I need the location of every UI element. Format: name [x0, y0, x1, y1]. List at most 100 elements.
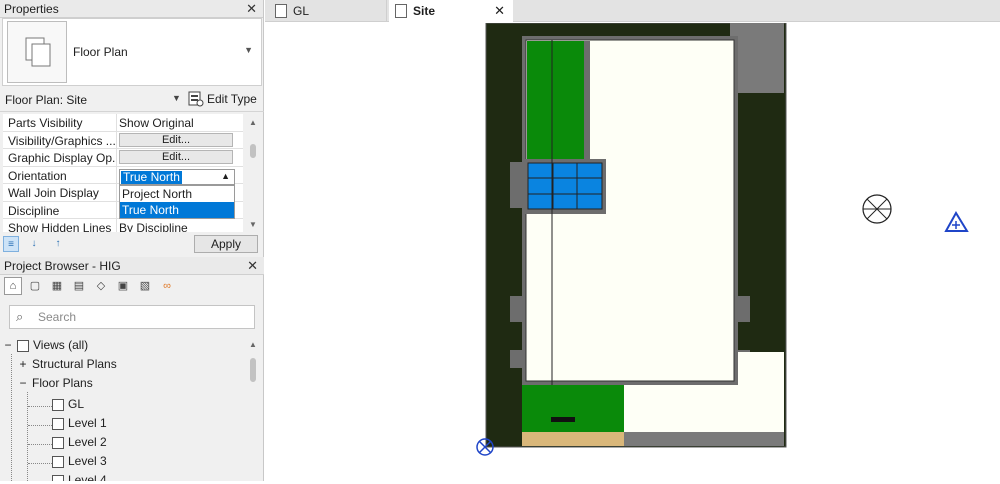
- tree-node-label: Views (all): [33, 338, 89, 352]
- type-selector[interactable]: Floor Plan ▼: [2, 18, 262, 86]
- property-value[interactable]: By Discipline: [119, 221, 188, 232]
- visibility-graphics-edit-button[interactable]: Edit...: [119, 132, 233, 147]
- tree-node-level-1[interactable]: Level 1: [52, 414, 107, 433]
- tree-node-level-3[interactable]: Level 3: [52, 452, 107, 471]
- tree-node-label: Level 2: [68, 435, 107, 449]
- chevron-up-icon[interactable]: ▲: [221, 171, 230, 181]
- instance-row: Floor Plan: Site ▼ Edit Type: [0, 88, 264, 112]
- sort-ascending-icon[interactable]: ↓: [26, 236, 42, 252]
- type-name: Floor Plan: [73, 45, 128, 59]
- edit-type-icon: [188, 91, 204, 107]
- parking-area: [730, 23, 784, 93]
- links-icon[interactable]: ∞: [158, 277, 176, 295]
- collapse-icon[interactable]: −: [3, 336, 13, 355]
- close-icon[interactable]: ✕: [246, 0, 257, 18]
- views-icon[interactable]: ▢: [26, 277, 44, 295]
- properties-toolbar: ≡ ↓ ↑ Apply: [0, 233, 264, 255]
- properties-title-bar: Properties ✕: [0, 0, 263, 18]
- property-name: Orientation: [8, 168, 67, 183]
- property-value[interactable]: Show Original: [119, 116, 194, 130]
- collapse-icon[interactable]: −: [18, 374, 28, 393]
- scroll-up-icon[interactable]: ▲: [249, 340, 257, 349]
- categorize-icon[interactable]: ≡: [3, 236, 19, 252]
- wall-stub: [738, 296, 750, 322]
- tree-node-label: Structural Plans: [32, 357, 117, 371]
- tree-node-label: Level 1: [68, 416, 107, 430]
- project-browser-title: Project Browser - HIG: [4, 259, 121, 273]
- browser-tree: − Views (all) + Structural Plans − Floor Pl…: [0, 336, 244, 481]
- property-row: Parts Visibility Show Original: [3, 114, 243, 132]
- property-name: Show Hidden Lines: [8, 221, 112, 232]
- edit-type-label: Edit Type: [207, 92, 257, 106]
- scrollbar-thumb[interactable]: [250, 144, 256, 158]
- close-icon[interactable]: ✕: [247, 257, 258, 275]
- tab-label: Site: [413, 4, 436, 18]
- graphic-display-edit-button[interactable]: Edit...: [119, 150, 233, 164]
- scrollbar-thumb[interactable]: [250, 358, 256, 382]
- apply-button[interactable]: Apply: [194, 235, 258, 253]
- option-project-north[interactable]: Project North: [120, 186, 234, 202]
- option-true-north[interactable]: True North: [120, 202, 234, 218]
- floor-plan-icon: [395, 3, 407, 18]
- property-row: Visibility/Graphics ... Edit...: [3, 132, 243, 149]
- search-icon: ⌕: [16, 309, 24, 324]
- property-name: Graphic Display Op...: [8, 151, 116, 165]
- tree-guide-line: [11, 354, 12, 481]
- paved-zone: [624, 385, 784, 432]
- tab-gl[interactable]: GL: [269, 0, 387, 22]
- browser-search[interactable]: ⌕: [9, 305, 255, 329]
- chevron-down-icon[interactable]: ▼: [172, 93, 181, 103]
- families-icon[interactable]: ◇: [92, 277, 110, 295]
- left-panel: Properties ✕ Floor Plan ▼ Floor Plan: Si…: [0, 0, 264, 481]
- property-name: Wall Join Display: [8, 186, 99, 200]
- tab-label: GL: [293, 4, 310, 18]
- floor-plan-icon: [52, 398, 64, 411]
- sheets-icon[interactable]: ▣: [114, 277, 132, 295]
- tab-site[interactable]: Site ✕: [389, 0, 513, 22]
- browser-toolbar: ⌂ ▢ ▦ ▤ ◇ ▣ ▧ ∞: [0, 276, 264, 296]
- scroll-up-icon[interactable]: ▲: [249, 118, 257, 127]
- scroll-down-icon[interactable]: ▼: [249, 220, 257, 229]
- tree-node-level-4[interactable]: Level 4: [52, 471, 107, 481]
- floor-plan-icon: [275, 3, 287, 18]
- chevron-down-icon[interactable]: ▼: [244, 45, 253, 55]
- tree-node-structural-plans[interactable]: + Structural Plans: [18, 355, 117, 374]
- schedules-icon[interactable]: ▤: [70, 277, 88, 295]
- property-row: Graphic Display Op... Edit...: [3, 149, 243, 167]
- green-zone: [522, 385, 624, 432]
- tree-node-views-all[interactable]: − Views (all): [3, 336, 88, 355]
- green-area: [527, 41, 584, 159]
- edit-type-button[interactable]: Edit Type: [188, 91, 257, 107]
- floor-plan-icon: [52, 436, 64, 449]
- property-name: Discipline: [8, 203, 60, 218]
- expand-icon[interactable]: +: [18, 355, 28, 374]
- groups-icon[interactable]: ▧: [136, 277, 154, 295]
- gray-zone: [624, 432, 784, 446]
- tree-node-label: Floor Plans: [32, 376, 93, 390]
- orientation-selected-value: True North: [121, 170, 182, 184]
- legends-icon[interactable]: ▦: [48, 277, 66, 295]
- tree-guide-line: [28, 463, 52, 464]
- orientation-dropdown: Project North True North: [119, 185, 235, 219]
- wall-stub: [510, 162, 522, 208]
- site-plan-drawing: [476, 22, 969, 456]
- floor-plan-icon: [52, 417, 64, 430]
- tree-node-floor-plans[interactable]: − Floor Plans: [18, 374, 93, 393]
- sort-descending-icon[interactable]: ↑: [50, 236, 66, 252]
- paved-zone: [738, 352, 784, 385]
- properties-grid: Parts Visibility Show Original Visibilit…: [3, 114, 243, 232]
- tan-zone: [522, 432, 624, 446]
- browser-scrollbar[interactable]: ▲: [245, 336, 262, 481]
- properties-scrollbar[interactable]: ▲ ▼: [245, 114, 262, 232]
- tree-node-level-2[interactable]: Level 2: [52, 433, 107, 452]
- window-grid: [527, 162, 603, 210]
- tree-node-label: GL: [68, 397, 85, 411]
- tree-node-gl[interactable]: GL: [52, 395, 84, 414]
- search-input[interactable]: [38, 309, 238, 325]
- close-icon[interactable]: ✕: [494, 0, 505, 22]
- orientation-select[interactable]: True North ▲: [119, 169, 235, 185]
- home-icon[interactable]: ⌂: [4, 277, 22, 295]
- view-tabs: GL Site ✕: [265, 0, 1000, 22]
- site-plan-canvas[interactable]: [265, 22, 1000, 481]
- views-icon: [17, 339, 29, 352]
